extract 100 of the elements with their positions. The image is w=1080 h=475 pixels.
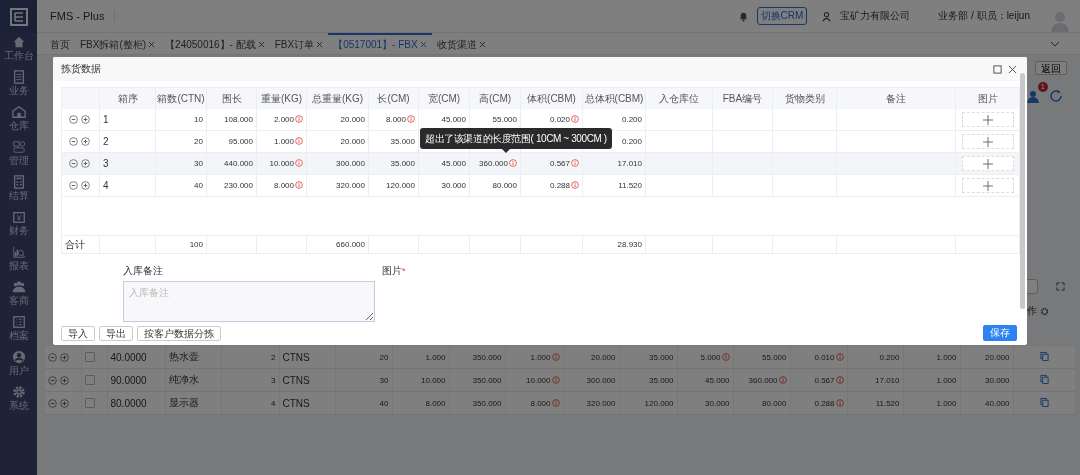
action-button[interactable]: 导出 [99, 325, 133, 341]
table-cell: 热水壶 [165, 346, 221, 369]
table-cell: 5.000 [677, 346, 733, 369]
refresh-icon[interactable] [1049, 89, 1063, 103]
sidebar-item[interactable]: 业务 [8, 68, 29, 103]
back-button[interactable]: 返回 [1035, 61, 1067, 75]
table-cell: 320.000 [306, 174, 369, 197]
maximize-icon[interactable] [993, 64, 1002, 74]
close-icon[interactable] [478, 41, 486, 48]
tab[interactable]: 收货渠道 [431, 33, 491, 54]
table-cell: 350.000 [449, 391, 505, 415]
table-cell: 1.000 [505, 346, 563, 369]
minus-circle-icon[interactable] [68, 159, 78, 169]
alert-icon [835, 352, 844, 361]
table-cell: 120.000 [619, 391, 677, 415]
copy-icon[interactable] [1039, 351, 1049, 361]
settings-icon[interactable] [1040, 306, 1049, 316]
close-icon[interactable] [148, 41, 156, 48]
table-cell: 合计 [61, 235, 100, 254]
column-header: 高(CM) [469, 87, 521, 109]
table-cell: 2 [99, 130, 156, 153]
checkbox[interactable] [84, 352, 95, 362]
sidebar-item[interactable]: 财务 [8, 208, 29, 243]
required-mark: * [402, 266, 406, 276]
checkbox[interactable] [84, 398, 95, 408]
alert-icon [571, 159, 579, 167]
table-cell: 20.000 [306, 130, 369, 153]
table-cell: 20.000 [306, 109, 369, 131]
tab[interactable]: 首页 [45, 33, 75, 54]
alert-icon [295, 137, 303, 145]
table-cell: 28.930 [582, 235, 646, 254]
upload-button[interactable] [961, 134, 1014, 149]
table-cell: 0.200 [847, 346, 903, 369]
wallet-icon [11, 210, 26, 224]
plus-icon [982, 158, 993, 169]
alert-icon [295, 159, 303, 167]
plus-circle-icon[interactable] [60, 398, 69, 408]
action-button[interactable]: 按客户数据分拣 [137, 325, 221, 341]
column-header: 图片 [955, 87, 1020, 109]
plus-circle-icon[interactable] [60, 352, 69, 362]
table-cell: 230.000 [206, 174, 257, 197]
chevron-down-icon[interactable] [1050, 40, 1060, 47]
tab[interactable]: 【24050016】- 配载 [160, 33, 270, 54]
table-cell: 8.000 [368, 109, 419, 131]
table-cell: 80.0000 [107, 391, 165, 415]
table-cell: 0.010 [790, 346, 847, 369]
save-button[interactable]: 保存 [983, 325, 1017, 341]
table-cell: 30 [335, 368, 392, 392]
table-cell: 100 [155, 235, 207, 254]
upload-button[interactable] [961, 112, 1014, 127]
alert-icon [778, 375, 787, 384]
close-icon[interactable] [1008, 64, 1017, 74]
column-header: 箱数(CTN) [155, 87, 207, 109]
plus-circle-icon[interactable] [80, 137, 90, 147]
plus-circle-icon[interactable] [80, 115, 90, 125]
upload-button[interactable] [961, 156, 1014, 171]
copy-icon[interactable] [1039, 397, 1049, 407]
checkbox[interactable] [84, 375, 95, 385]
app-logo[interactable] [0, 0, 37, 33]
copy-icon[interactable] [1039, 374, 1049, 384]
table-cell: 80.000 [469, 174, 521, 197]
minus-circle-icon[interactable] [68, 115, 78, 125]
minus-circle-icon[interactable] [48, 375, 57, 385]
tab[interactable]: FBX拆箱(整柜) [75, 33, 161, 54]
close-icon[interactable] [257, 41, 265, 48]
upload-button[interactable] [961, 178, 1014, 193]
plus-circle-icon[interactable] [80, 159, 90, 169]
table-cell: 40 [155, 174, 207, 197]
table-cell: 2 [221, 346, 279, 369]
calculator-icon [11, 175, 26, 189]
table-cell: 40.000 [960, 391, 1013, 415]
table-cell: 1.000 [256, 130, 307, 153]
minus-circle-icon[interactable] [68, 137, 78, 147]
minus-circle-icon[interactable] [48, 352, 57, 362]
user-icon[interactable] [1027, 89, 1041, 103]
minus-circle-icon[interactable] [68, 181, 78, 191]
sidebar-item[interactable]: 档案 [8, 313, 29, 348]
minus-circle-icon[interactable] [48, 398, 57, 408]
tab[interactable]: 【0517001】- FBX [328, 33, 432, 54]
action-button[interactable]: 导入 [61, 325, 95, 341]
table-cell: 80.000 [733, 391, 790, 415]
scrollbar[interactable] [1020, 73, 1025, 309]
column-header: 总体积(CBM) [582, 87, 646, 109]
sidebar-item[interactable]: 客商 [8, 278, 29, 313]
fullscreen-icon[interactable] [1056, 282, 1065, 291]
table-cell: 40 [335, 391, 392, 415]
column-header: 作 [1027, 304, 1037, 318]
tab[interactable]: FBX订单 [269, 33, 329, 54]
table-cell: 11.520 [847, 391, 903, 415]
alert-icon [835, 375, 844, 384]
table-cell: 20 [155, 130, 207, 153]
column-header: 长(CM) [368, 87, 419, 109]
plus-icon [982, 180, 993, 191]
plus-circle-icon[interactable] [60, 375, 69, 385]
table-cell: 120.000 [368, 174, 419, 197]
plus-circle-icon[interactable] [80, 181, 90, 191]
close-icon[interactable] [316, 41, 324, 48]
crm-button[interactable]: 切换CRM [756, 7, 808, 25]
table-cell: 40.0000 [107, 346, 165, 369]
column-header: 围长 [206, 87, 257, 109]
